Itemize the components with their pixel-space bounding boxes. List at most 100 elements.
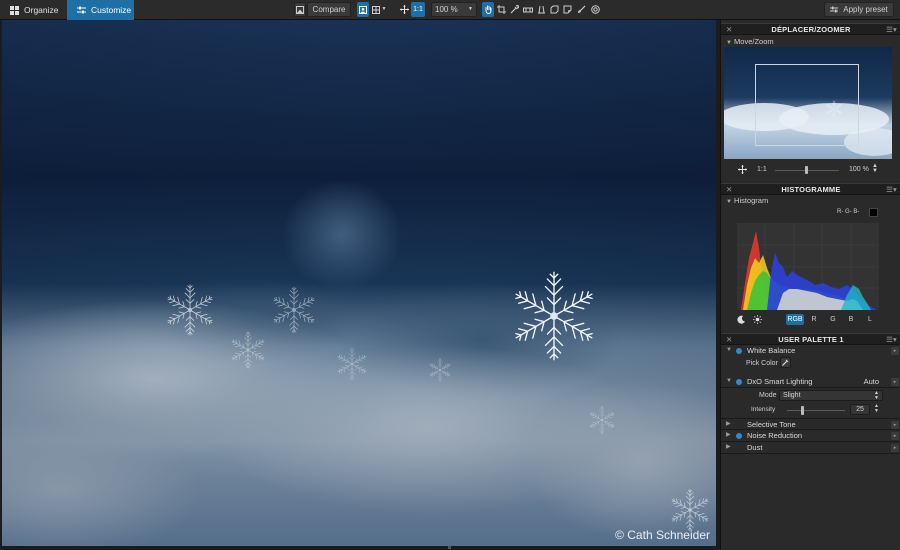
intensity-slider-thumb[interactable] [800, 406, 804, 415]
horizon-tool-button[interactable] [522, 2, 534, 17]
chevron-down-icon: ▼ [468, 6, 473, 12]
expand-triangle-icon: ▶ [726, 444, 731, 450]
intensity-slider[interactable] [787, 406, 845, 415]
noise-reduction-row[interactable]: ▶ Noise Reduction ▸ [721, 430, 900, 442]
channel-l-button[interactable]: L [861, 314, 879, 325]
person-icon [359, 5, 367, 14]
navigator-thumbnail[interactable] [724, 47, 892, 159]
panel-menu-icon[interactable]: ☰▾ [886, 24, 897, 35]
distortion-icon [550, 5, 559, 14]
stepper-arrows-icon[interactable]: ▲ ▼ [874, 404, 879, 414]
move-zoom-panel-header[interactable]: ✕ DÉPLACER/ZOOMER ☰▾ [721, 23, 900, 35]
close-icon[interactable]: ✕ [726, 334, 732, 345]
move-zoom-subtitle: Move/Zoom [734, 37, 774, 46]
compare-icon-button[interactable] [294, 2, 306, 17]
move-arrows-icon [399, 5, 409, 14]
panel-menu-icon[interactable]: ☰▾ [886, 334, 897, 345]
channel-g-button[interactable]: G [824, 314, 842, 325]
image-viewer[interactable]: © Cath Schneider [2, 20, 716, 546]
disabled-dot-icon[interactable] [736, 445, 742, 451]
perspective-icon [537, 5, 546, 14]
crop-icon [497, 5, 506, 14]
channel-r-button[interactable]: R [805, 314, 823, 325]
pin-icon [563, 5, 572, 14]
repair-tool-button[interactable] [576, 2, 587, 17]
red-eye-tool-button[interactable] [590, 2, 601, 17]
eyedropper-icon [510, 5, 519, 14]
smart-lighting-row[interactable]: ▼ DxO Smart Lighting Auto ▸ [721, 376, 900, 388]
eyedropper-tool-button[interactable] [509, 2, 520, 17]
top-toolbar: Organize Customize Compare ▼ 1:1 100 % ▼ [0, 0, 900, 20]
mode-value: Slight [783, 392, 801, 399]
palette-item-menu-icon[interactable]: ▸ [891, 347, 899, 355]
intensity-value-field[interactable]: 25 [850, 404, 870, 415]
collapse-triangle-icon: ▼ [726, 199, 732, 205]
zoom-select[interactable]: 100 % ▼ [431, 2, 477, 17]
close-icon[interactable]: ✕ [726, 24, 732, 35]
split-view-dropdown[interactable]: ▼ [370, 2, 388, 17]
selective-tone-row[interactable]: ▶ Selective Tone ▸ [721, 418, 900, 430]
histogram-chart [737, 223, 879, 310]
palette-item-menu-icon[interactable]: ▸ [891, 421, 899, 429]
histogram-panel-header[interactable]: ✕ HISTOGRAMME ☰▾ [721, 183, 900, 195]
tab-organize[interactable]: Organize [0, 0, 66, 20]
close-icon[interactable]: ✕ [726, 184, 732, 195]
noise-reduction-label: Noise Reduction [747, 431, 803, 440]
compare-button[interactable]: Compare [307, 2, 351, 17]
grid-icon [10, 5, 19, 15]
move-tool-button[interactable] [398, 2, 410, 17]
shadows-moon-icon[interactable] [737, 315, 746, 326]
apply-preset-label: Apply preset [843, 5, 888, 14]
distortion-tool-button[interactable] [549, 2, 560, 17]
disabled-dot-icon[interactable] [736, 422, 742, 428]
expand-triangle-icon: ▶ [726, 432, 731, 438]
hand-tool-button[interactable] [482, 2, 494, 17]
palette-item-menu-icon[interactable]: ▸ [891, 378, 899, 386]
channel-b-button[interactable]: B [842, 314, 860, 325]
enabled-dot-icon[interactable] [736, 379, 742, 385]
move-zoom-panel-title: DÉPLACER/ZOOMER [771, 25, 851, 34]
collapse-triangle-icon: ▼ [726, 40, 732, 46]
panel-menu-icon[interactable]: ☰▾ [886, 184, 897, 195]
white-balance-row[interactable]: ▼ White Balance ▸ [721, 345, 900, 357]
perspective-tool-button[interactable] [536, 2, 547, 17]
dust-row[interactable]: ▶ Dust ▸ [721, 442, 900, 454]
single-view-button[interactable] [357, 2, 369, 17]
fit-one-to-one-button[interactable]: 1:1 [411, 2, 425, 17]
photo-watermark: © Cath Schneider [615, 528, 710, 542]
nav-zoom-value: 100 % [849, 166, 869, 173]
navigator-view-rectangle[interactable] [755, 64, 859, 146]
brush-icon [577, 5, 586, 14]
mode-select[interactable]: Slight ▲ ▼ [779, 390, 883, 401]
smart-lighting-auto-button[interactable]: Auto [864, 376, 879, 387]
apply-preset-button[interactable]: Apply preset [824, 2, 894, 17]
pick-color-button[interactable] [780, 357, 791, 368]
nav-zoom-slider-thumb[interactable] [805, 166, 808, 174]
tab-customize[interactable]: Customize [67, 0, 134, 20]
pick-color-label: Pick Color [746, 360, 778, 367]
local-adjust-tool-button[interactable] [562, 2, 573, 17]
highlights-sun-icon[interactable] [753, 315, 762, 326]
nav-one-to-one-button[interactable]: 1:1 [757, 166, 767, 173]
expand-triangle-icon: ▼ [726, 378, 732, 384]
preset-sliders-icon [830, 6, 839, 13]
palette-item-menu-icon[interactable]: ▸ [891, 432, 899, 440]
bottom-resize-grip[interactable] [448, 546, 451, 549]
histogram-graph [737, 223, 879, 310]
palette-item-menu-icon[interactable]: ▸ [891, 444, 899, 452]
channel-rgb-button[interactable]: RGB [786, 314, 804, 325]
mode-label: Mode [759, 392, 777, 399]
enabled-dot-icon[interactable] [736, 433, 742, 439]
stepper-arrows-icon[interactable]: ▲ ▼ [872, 163, 878, 174]
crop-tool-button[interactable] [496, 2, 507, 17]
enabled-dot-icon[interactable] [736, 348, 742, 354]
expand-triangle-icon: ▼ [726, 347, 732, 353]
move-icon[interactable] [738, 165, 747, 176]
histogram-subheader[interactable]: ▼ Histogram [726, 196, 768, 205]
user-palette-header[interactable]: ✕ USER PALETTE 1 ☰▾ [721, 333, 900, 345]
split-view-icon [371, 5, 380, 14]
color-swatch [869, 208, 878, 217]
white-balance-label: White Balance [747, 346, 796, 355]
stepper-arrows-icon: ▲ ▼ [874, 390, 879, 401]
move-zoom-subheader[interactable]: ▼ Move/Zoom [726, 37, 774, 46]
